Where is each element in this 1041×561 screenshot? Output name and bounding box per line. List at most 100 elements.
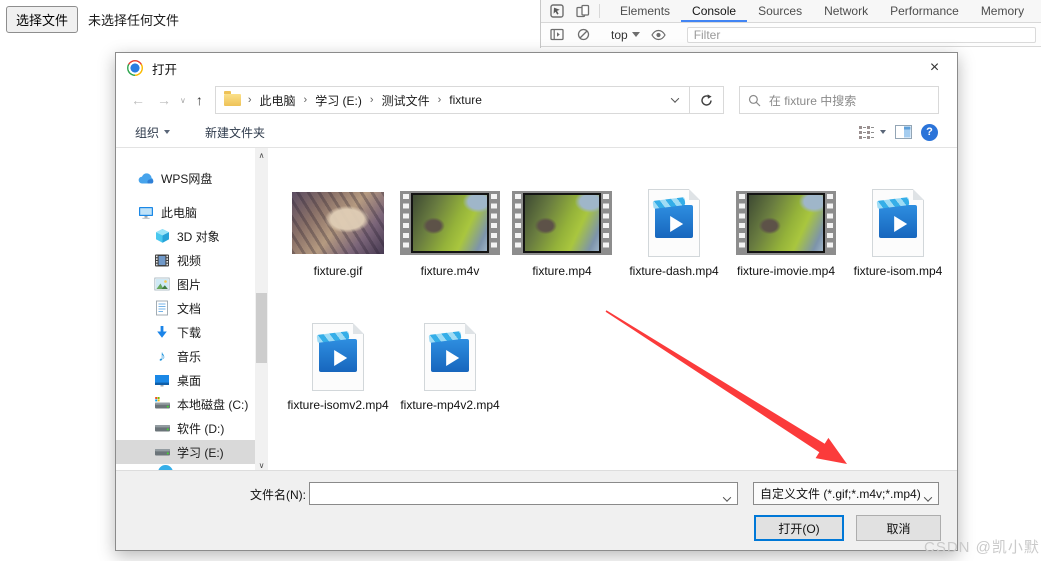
sidebar-item-label: 下载 xyxy=(177,325,202,340)
search-placeholder: 在 fixture 中搜索 xyxy=(768,93,857,108)
address-bar[interactable]: › 此电脑 › 学习 (E:) › 测试文件 › fixture xyxy=(214,86,724,114)
chevron-down-icon xyxy=(880,130,886,134)
new-folder-button[interactable]: 新建文件夹 xyxy=(205,124,265,141)
view-mode-button[interactable] xyxy=(858,125,886,140)
sidebar-item[interactable]: 此电脑 xyxy=(116,200,255,224)
close-icon[interactable]: × xyxy=(912,53,957,82)
filename-combobox[interactable] xyxy=(309,482,738,505)
filename-input[interactable] xyxy=(312,484,715,503)
tab-performance[interactable]: Performance xyxy=(879,0,970,22)
thumbnail-video-file xyxy=(312,320,364,394)
back-arrow-icon[interactable]: ← xyxy=(131,92,145,108)
scroll-up-icon[interactable]: ∧ xyxy=(255,148,268,162)
inspect-element-icon[interactable] xyxy=(544,0,570,22)
drive-windows-icon xyxy=(153,396,171,412)
sidebar-item[interactable]: 图片 xyxy=(116,272,255,296)
views-icon xyxy=(859,125,874,139)
preview-pane-button[interactable] xyxy=(895,125,912,139)
tab-elements[interactable]: Elements xyxy=(609,0,681,22)
sidebar-item-label: WPS网盘 xyxy=(161,171,213,186)
eye-icon[interactable] xyxy=(646,29,672,41)
thumbnail-video-file xyxy=(424,320,476,394)
breadcrumb-item[interactable]: fixture xyxy=(443,93,488,107)
file-name-label: fixture-dash.mp4 xyxy=(629,264,719,278)
thumbnail-video-file xyxy=(872,186,924,260)
folder-icon xyxy=(223,91,241,106)
file-list-area: fixture.gif fixture.m4v fixture.mp4 fixture… xyxy=(268,148,957,472)
chevron-down-icon xyxy=(631,32,640,37)
file-name-label: fixture.mp4 xyxy=(532,264,592,278)
sidebar-item[interactable]: 文档 xyxy=(116,296,255,320)
file-item[interactable]: fixture.gif xyxy=(282,186,394,304)
file-item[interactable]: fixture-imovie.mp4 xyxy=(730,186,842,304)
file-item[interactable]: fixture-isomv2.mp4 xyxy=(282,320,394,438)
sidebar-item[interactable]: WPS网盘 xyxy=(116,166,255,190)
sidebar-item[interactable]: 软件 (D:) xyxy=(116,416,255,440)
search-icon xyxy=(748,94,761,106)
sidebar-item-label: 本地磁盘 (C:) xyxy=(177,397,249,412)
sidebar-item[interactable]: 下载 xyxy=(116,320,255,344)
file-name-label: fixture-isomv2.mp4 xyxy=(287,398,389,412)
tab-sources[interactable]: Sources xyxy=(747,0,813,22)
no-file-selected-text: 未选择任何文件 xyxy=(88,13,180,28)
address-dropdown-icon[interactable] xyxy=(663,94,689,103)
file-item[interactable]: fixture.m4v xyxy=(394,186,506,304)
breadcrumb-separator: › xyxy=(437,94,442,106)
refresh-icon[interactable] xyxy=(690,87,723,113)
open-button[interactable]: 打开(O) xyxy=(754,515,844,541)
divider xyxy=(599,4,600,18)
file-name-label: fixture.m4v xyxy=(420,264,480,278)
file-item[interactable]: fixture-mp4v2.mp4 xyxy=(394,320,506,438)
sidebar-item-label: 音乐 xyxy=(177,349,202,364)
dialog-content: WPS网盘此电脑 3D 对象视频图片 文档下载 ♪ 音乐桌面本地磁盘 (C:) 软件 (D… xyxy=(116,148,957,472)
open-file-dialog: 打开 × ← → ∨ ↑ › 此电脑 › 学习 (E:) › 测试文件 › fixture 在… xyxy=(115,52,958,551)
file-input-row: 选择文件 未选择任何文件 xyxy=(6,6,179,33)
thumbnail-filmstrip xyxy=(512,186,612,260)
cube-icon xyxy=(153,228,171,244)
help-icon[interactable]: ? xyxy=(921,123,938,141)
breadcrumb-item[interactable]: 测试文件 xyxy=(376,92,436,109)
breadcrumb-separator: › xyxy=(247,94,252,106)
console-sidebar-icon[interactable] xyxy=(544,28,570,41)
breadcrumb: › 此电脑 › 学习 (E:) › 测试文件 › fixture xyxy=(246,92,488,109)
file-type-select[interactable]: 自定义文件 (*.gif;*.m4v;*.mp4) xyxy=(753,482,939,505)
sidebar-item[interactable]: 学习 (E:) xyxy=(116,440,255,464)
sidebar-item[interactable]: 桌面 xyxy=(116,368,255,392)
sidebar-item-label: 视频 xyxy=(177,253,202,268)
picture-icon xyxy=(153,276,171,292)
sidebar-item[interactable]: ♪ 音乐 xyxy=(116,344,255,368)
drive-icon xyxy=(153,444,171,460)
sidebar-item[interactable]: 视频 xyxy=(116,248,255,272)
history-chevron-icon[interactable]: ∨ xyxy=(180,96,186,105)
up-arrow-icon[interactable]: ↑ xyxy=(196,92,203,108)
breadcrumb-item[interactable]: 学习 (E:) xyxy=(309,92,368,109)
choose-file-button[interactable]: 选择文件 xyxy=(6,6,79,33)
forward-arrow-icon[interactable]: → xyxy=(157,92,171,108)
tab-console[interactable]: Console xyxy=(681,0,747,22)
context-selector[interactable]: top xyxy=(611,28,628,42)
music-icon: ♪ xyxy=(158,347,166,365)
device-toolbar-icon[interactable] xyxy=(570,0,596,22)
file-item[interactable]: fixture.mp4 xyxy=(506,186,618,304)
desktop-icon xyxy=(153,372,171,388)
chevron-down-icon[interactable] xyxy=(722,491,732,505)
organize-button[interactable]: 组织 xyxy=(135,124,171,141)
search-input[interactable]: 在 fixture 中搜索 xyxy=(738,86,939,114)
thumbnail-filmstrip xyxy=(736,186,836,260)
clear-console-icon[interactable] xyxy=(570,28,596,41)
computer-icon xyxy=(137,204,155,220)
sidebar-scrollbar[interactable]: ∧ ∨ xyxy=(255,148,268,472)
tab-memory[interactable]: Memory xyxy=(970,0,1035,22)
sidebar-item[interactable]: 本地磁盘 (C:) xyxy=(116,392,255,416)
dialog-toolbar: 组织 新建文件夹 ? xyxy=(116,117,957,148)
tab-network[interactable]: Network xyxy=(813,0,879,22)
sidebar-item[interactable]: 3D 对象 xyxy=(116,224,255,248)
preview-pane-icon xyxy=(895,125,912,139)
sidebar-items: WPS网盘此电脑 3D 对象视频图片 文档下载 ♪ 音乐桌面本地磁盘 (C:) 软件 (D… xyxy=(116,166,268,464)
file-item[interactable]: fixture-isom.mp4 xyxy=(842,186,954,304)
scrollbar-thumb[interactable] xyxy=(256,293,267,363)
sidebar-item-label: 软件 (D:) xyxy=(177,421,225,436)
file-item[interactable]: fixture-dash.mp4 xyxy=(618,186,730,304)
console-filter-input[interactable]: Filter xyxy=(686,26,1036,43)
breadcrumb-item[interactable]: 此电脑 xyxy=(254,92,302,109)
